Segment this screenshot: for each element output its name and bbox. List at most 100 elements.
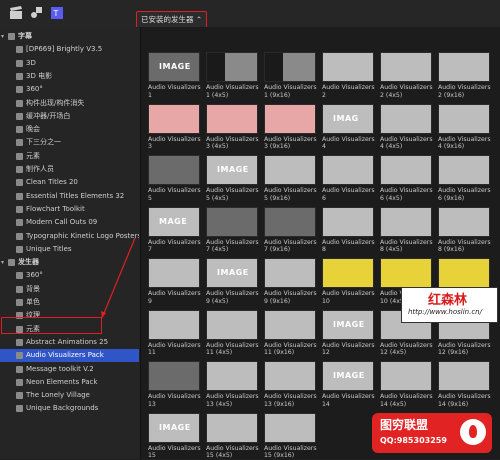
sidebar-item[interactable]: Audio Visualizers Pack	[0, 349, 139, 363]
tile-thumbnail[interactable]	[438, 155, 490, 185]
sidebar-item[interactable]: 构件出现/构件消失	[0, 97, 139, 110]
sidebar-item[interactable]: ▾ 发生器	[0, 256, 139, 269]
sidebar-item[interactable]: 元素	[0, 150, 139, 163]
tile-thumbnail[interactable]	[264, 52, 316, 82]
generator-tile[interactable]: Audio Visualizers 2 (9x16)	[438, 52, 491, 99]
sidebar-item[interactable]: 3D 电影	[0, 70, 139, 83]
tile-thumbnail[interactable]	[380, 361, 432, 391]
generator-tile[interactable]: Audio Visualizers 4 (9x16)	[438, 103, 491, 151]
tile-thumbnail[interactable]	[264, 206, 316, 237]
tile-thumbnail[interactable]	[438, 52, 490, 82]
tile-thumbnail[interactable]: IMAGE	[206, 155, 258, 185]
generator-tile[interactable]: Audio Visualizers 14 (4x5)	[380, 361, 433, 408]
generator-tile[interactable]: Audio Visualizers 11	[148, 309, 201, 357]
sidebar-item[interactable]: Modern Call Outs 09	[0, 216, 139, 229]
generator-tile[interactable]: Audio Visualizers 2 (4x5)	[380, 52, 433, 99]
generator-tile[interactable]: Audio Visualizers 11 (4x5)	[206, 309, 259, 357]
generator-tile[interactable]: Audio Visualizers 3 (4x5)	[206, 103, 259, 151]
tile-thumbnail[interactable]	[380, 258, 432, 288]
tile-thumbnail[interactable]: IMAGE	[206, 258, 258, 288]
generator-tile[interactable]: Audio Visualizers 1 (9x16)	[264, 52, 317, 99]
tile-thumbnail[interactable]	[438, 206, 490, 237]
generator-tile[interactable]: Audio Visualizers 6 (4x5)	[380, 155, 433, 202]
sidebar-item[interactable]: Unique Backgrounds	[0, 402, 139, 415]
tile-thumbnail[interactable]	[264, 309, 316, 340]
sidebar-item[interactable]: 背景	[0, 283, 139, 296]
generator-tile[interactable]: Audio Visualizers 4 (4x5)	[380, 103, 433, 151]
tile-thumbnail[interactable]	[322, 52, 374, 82]
sidebar-item[interactable]: 制作人员	[0, 163, 139, 176]
generator-tile[interactable]: IMAGE Audio Visualizers 12	[322, 309, 375, 357]
generator-tile[interactable]: IMAGE Audio Visualizers 9 (4x5)	[206, 258, 259, 305]
sidebar-item[interactable]: 单色	[0, 296, 139, 309]
generator-tile[interactable]: Audio Visualizers 11 (9x16)	[264, 309, 317, 357]
generator-tile[interactable]: Audio Visualizers 5 (9x16)	[264, 155, 317, 202]
tile-thumbnail[interactable]	[148, 103, 200, 134]
sidebar-item[interactable]: 360°	[0, 269, 139, 282]
disclosure-triangle-icon[interactable]: ▾	[1, 30, 4, 43]
sidebar-item[interactable]: 3D	[0, 57, 139, 70]
tile-thumbnail[interactable]	[380, 206, 432, 237]
sidebar-item[interactable]: Unique Titles	[0, 243, 139, 256]
tile-thumbnail[interactable]: IMAGE	[322, 309, 374, 340]
tile-thumbnail[interactable]	[206, 52, 258, 82]
sidebar-item[interactable]: 360°	[0, 83, 139, 96]
tile-thumbnail[interactable]	[264, 361, 316, 391]
tile-thumbnail[interactable]	[206, 309, 258, 340]
generator-tile[interactable]: IMAGE Audio Visualizers 5 (4x5)	[206, 155, 259, 202]
sidebar-item[interactable]: Essential Titles Elements 32	[0, 190, 139, 203]
tile-thumbnail[interactable]	[438, 103, 490, 134]
sidebar-item[interactable]: [DP669] Brightly V3.5	[0, 43, 139, 56]
sidebar-item[interactable]: ▾ 字幕	[0, 30, 139, 43]
generator-tile[interactable]: Audio Visualizers 7 (9x16)	[264, 206, 317, 254]
tile-thumbnail[interactable]: IMAG	[322, 103, 374, 134]
tile-thumbnail[interactable]	[206, 412, 258, 443]
generator-tile[interactable]: Audio Visualizers 15 (9x16)	[264, 412, 317, 460]
generator-tile[interactable]: Audio Visualizers 8 (9x16)	[438, 206, 491, 254]
tile-thumbnail[interactable]	[206, 103, 258, 134]
generator-tile[interactable]: Audio Visualizers 9	[148, 258, 201, 305]
music-photos-icon[interactable]	[29, 6, 43, 20]
tile-thumbnail[interactable]	[206, 361, 258, 391]
generator-tile[interactable]: Audio Visualizers 13 (4x5)	[206, 361, 259, 408]
generator-tile[interactable]: Audio Visualizers 6	[322, 155, 375, 202]
tile-thumbnail[interactable]	[148, 309, 200, 340]
generator-tile[interactable]: Audio Visualizers 3	[148, 103, 201, 151]
tile-thumbnail[interactable]	[148, 155, 200, 185]
generator-tile[interactable]: Audio Visualizers 10	[322, 258, 375, 305]
generator-tile[interactable]: IMAGE Audio Visualizers 15	[148, 412, 201, 460]
tile-thumbnail[interactable]	[148, 258, 200, 288]
tile-thumbnail[interactable]: IMAGE	[148, 412, 200, 443]
generator-tile[interactable]: Audio Visualizers 7 (4x5)	[206, 206, 259, 254]
generator-tile[interactable]: MAGE Audio Visualizers 7	[148, 206, 201, 254]
generator-tile[interactable]: Audio Visualizers 2	[322, 52, 375, 99]
generator-tile[interactable]: Audio Visualizers 15 (4x5)	[206, 412, 259, 460]
tile-thumbnail[interactable]	[438, 361, 490, 391]
sidebar-item[interactable]: Flowchart Toolkit	[0, 203, 139, 216]
generator-tile[interactable]: Audio Visualizers 13 (9x16)	[264, 361, 317, 408]
tile-thumbnail[interactable]	[380, 103, 432, 134]
generator-tile[interactable]: Audio Visualizers 6 (9x16)	[438, 155, 491, 202]
tile-thumbnail[interactable]: IMAGE	[322, 361, 374, 391]
sidebar-item[interactable]: 下三分之一	[0, 136, 139, 149]
tile-thumbnail[interactable]	[148, 361, 200, 391]
generator-tile[interactable]: Audio Visualizers 9 (9x16)	[264, 258, 317, 305]
tile-thumbnail[interactable]	[206, 206, 258, 237]
sidebar-item[interactable]: Typographic Kinetic Logo Posters	[0, 230, 139, 243]
film-clapper-icon[interactable]	[9, 6, 23, 20]
generator-tile[interactable]: Audio Visualizers 13	[148, 361, 201, 408]
tile-thumbnail[interactable]: IMAGE	[148, 52, 200, 82]
tile-thumbnail[interactable]	[264, 155, 316, 185]
tile-thumbnail[interactable]	[438, 258, 490, 288]
tile-thumbnail[interactable]	[380, 155, 432, 185]
generator-tile[interactable]: Audio Visualizers 5	[148, 155, 201, 202]
generator-tile[interactable]: Audio Visualizers 1 (4x5)	[206, 52, 259, 99]
sidebar-item[interactable]: Message toolkit V.2	[0, 363, 139, 376]
generator-tile[interactable]: Audio Visualizers 8 (4x5)	[380, 206, 433, 254]
sidebar-item[interactable]: 晚会	[0, 123, 139, 136]
generator-tile[interactable]: Audio Visualizers 14 (9x16)	[438, 361, 491, 408]
tile-thumbnail[interactable]	[264, 258, 316, 288]
tile-thumbnail[interactable]	[322, 258, 374, 288]
generator-tile[interactable]: Audio Visualizers 3 (9x16)	[264, 103, 317, 151]
tile-thumbnail[interactable]	[322, 206, 374, 237]
